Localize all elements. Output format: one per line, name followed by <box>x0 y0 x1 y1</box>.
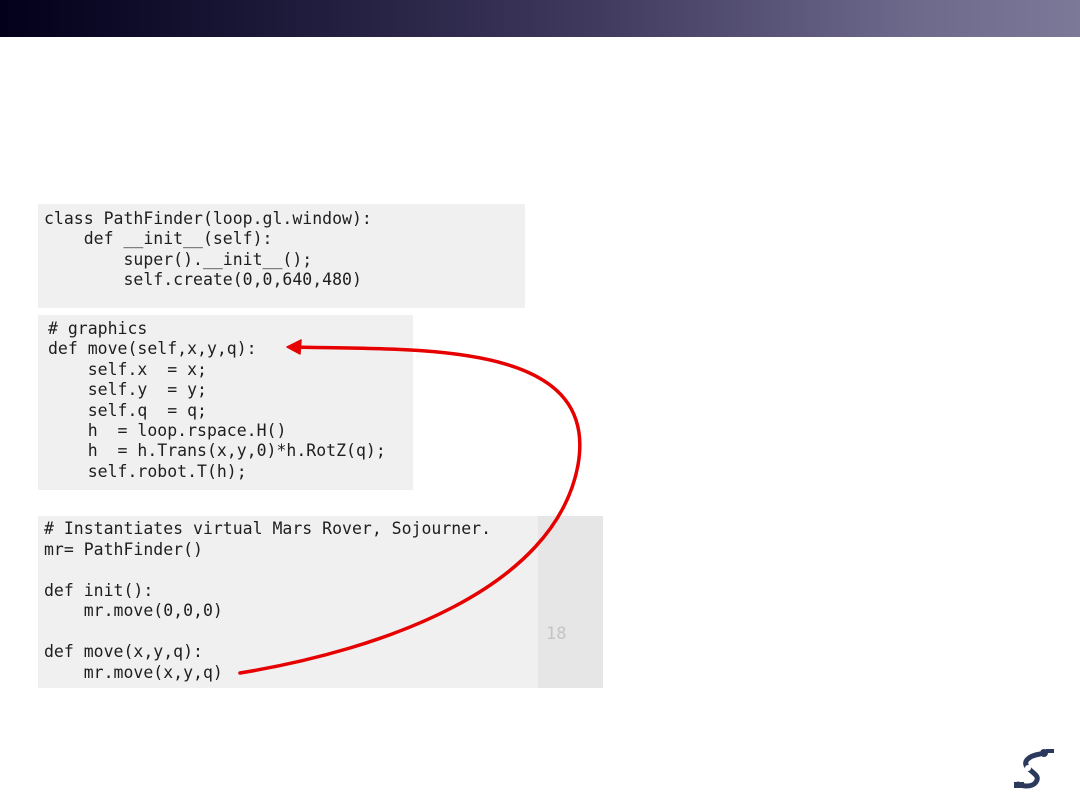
title-bar <box>0 0 1080 37</box>
code-panel-graphics: # graphics def move(self,x,y,q): self.x … <box>38 315 413 490</box>
robot-arm-icon <box>1014 749 1054 789</box>
code-graphics-move: # graphics def move(self,x,y,q): self.x … <box>48 319 386 481</box>
code-panel-class: class PathFinder(loop.gl.window): def __… <box>38 204 525 308</box>
code-panel-main: 18 # Instantiates virtual Mars Rover, So… <box>38 516 603 688</box>
code-class-definition: class PathFinder(loop.gl.window): def __… <box>44 209 372 290</box>
code-main-script: # Instantiates virtual Mars Rover, Sojou… <box>44 519 492 682</box>
